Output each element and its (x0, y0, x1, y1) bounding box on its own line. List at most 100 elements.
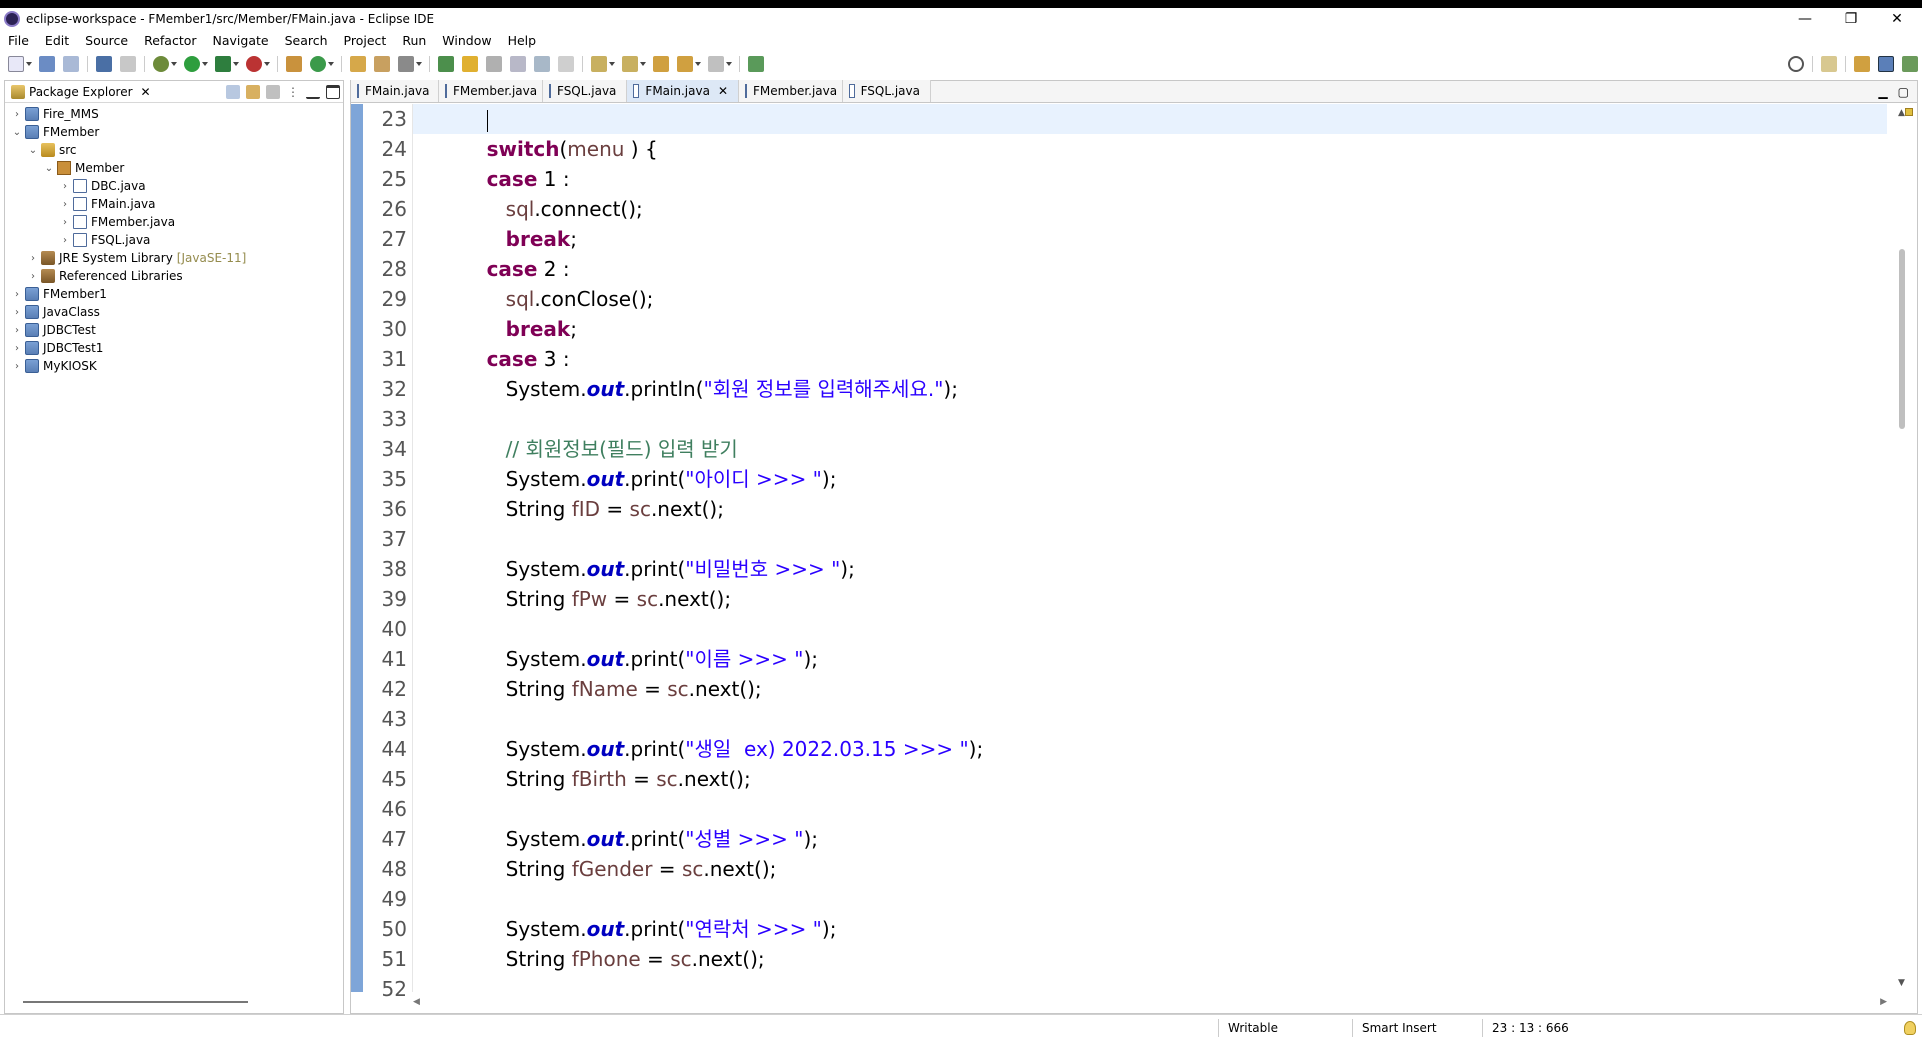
code-line[interactable] (413, 524, 1887, 554)
new-java-class-icon[interactable] (310, 56, 326, 72)
show-whitespace-icon[interactable] (558, 56, 574, 72)
new-file-icon[interactable] (8, 56, 24, 72)
back-icon[interactable] (677, 56, 693, 72)
editor-tab[interactable]: FMain.java ✕ (627, 80, 739, 102)
editor-tab[interactable]: FSQL.java (843, 80, 931, 102)
editor-tab[interactable]: FMember.java (439, 80, 543, 102)
collapse-all-icon[interactable] (226, 84, 240, 99)
toggle-highlight-icon[interactable] (462, 56, 478, 72)
toggle-mark-occurrences-icon[interactable] (438, 56, 454, 72)
tree-item[interactable]: › FMember1 (5, 285, 343, 303)
scroll-right-icon[interactable]: ▶ (1880, 997, 1887, 1007)
menu-file[interactable]: File (0, 33, 37, 48)
save-all-icon[interactable] (63, 56, 79, 72)
collapsed-chevron-icon[interactable]: › (27, 253, 39, 264)
block-selection-icon[interactable] (510, 56, 526, 72)
menu-help[interactable]: Help (500, 33, 545, 48)
package-explorer-tab[interactable]: Package Explorer ✕ (5, 81, 157, 103)
skip-breakpoints-icon[interactable] (120, 56, 136, 72)
code-line[interactable]: break; (413, 314, 1887, 344)
terminal-icon[interactable] (96, 56, 112, 72)
scroll-up-icon[interactable]: ▲ (1898, 108, 1905, 118)
collapsed-chevron-icon[interactable]: › (59, 199, 71, 210)
minimize-view-icon[interactable] (306, 85, 320, 99)
collapsed-chevron-icon[interactable]: › (11, 361, 23, 372)
tree-item[interactable]: ⌄ FMember (5, 123, 343, 141)
expanded-chevron-icon[interactable]: ⌄ (43, 163, 55, 174)
expanded-chevron-icon[interactable]: ⌄ (27, 145, 39, 156)
overview-warning-icon[interactable] (1905, 108, 1913, 116)
code-line[interactable]: String fID = sc.next(); (413, 494, 1887, 524)
code-line[interactable] (413, 614, 1887, 644)
code-line[interactable]: String fPhone = sc.next(); (413, 944, 1887, 974)
code-line[interactable]: System.out.print("성별 >>> "); (413, 824, 1887, 854)
close-icon[interactable]: ✕ (141, 85, 151, 99)
code-line[interactable]: System.out.print("비밀번호 >>> "); (413, 554, 1887, 584)
menu-project[interactable]: Project (336, 33, 395, 48)
code-line[interactable]: System.out.print("아이디 >>> "); (413, 464, 1887, 494)
menu-source[interactable]: Source (77, 33, 136, 48)
code-line[interactable] (413, 104, 1887, 134)
run-icon[interactable] (184, 56, 200, 72)
tree-item[interactable]: › FMember.java (5, 213, 343, 231)
link-with-editor-icon[interactable] (246, 84, 260, 99)
maximize-editor-icon[interactable]: ▢ (1898, 85, 1909, 99)
coverage-icon[interactable] (215, 56, 231, 72)
toggle-breadcrumb-icon[interactable] (486, 56, 502, 72)
save-icon[interactable] (39, 56, 55, 72)
open-type-icon[interactable] (350, 56, 366, 72)
previous-annotation-icon[interactable] (622, 56, 638, 72)
maximize-view-icon[interactable] (326, 84, 340, 99)
tree-item[interactable]: › JRE System Library [JavaSE-11] (5, 249, 343, 267)
tree-item[interactable]: › Referenced Libraries (5, 267, 343, 285)
view-menu-icon[interactable]: ⋮ (286, 84, 300, 99)
code-line[interactable]: case 3 : (413, 344, 1887, 374)
filters-icon[interactable] (266, 84, 280, 99)
debug-perspective-icon[interactable] (1902, 56, 1918, 72)
code-line[interactable]: sql.conClose(); (413, 284, 1887, 314)
code-line[interactable]: String fPw = sc.next(); (413, 584, 1887, 614)
close-button[interactable]: ✕ (1874, 8, 1920, 30)
code-line[interactable]: case 1 : (413, 164, 1887, 194)
external-tools-icon[interactable] (246, 56, 262, 72)
collapsed-chevron-icon[interactable]: › (59, 181, 71, 192)
forward-icon[interactable] (708, 56, 724, 72)
code-line[interactable]: System.out.println("회원 정보를 입력해주세요."); (413, 374, 1887, 404)
code-line[interactable]: System.out.print("연락처 >>> "); (413, 914, 1887, 944)
minimize-button[interactable]: — (1782, 8, 1828, 30)
tree-item[interactable]: › MyKIOSK (5, 357, 343, 375)
restore-button[interactable]: ❐ (1828, 8, 1874, 30)
java-perspective-icon[interactable] (1878, 56, 1894, 72)
editor-tab[interactable]: FMember.java (739, 80, 843, 102)
code-line[interactable] (413, 404, 1887, 434)
code-line[interactable]: String fBirth = sc.next(); (413, 764, 1887, 794)
collapsed-chevron-icon[interactable]: › (59, 217, 71, 228)
lightbulb-icon[interactable] (1904, 1021, 1916, 1035)
menu-navigate[interactable]: Navigate (205, 33, 277, 48)
code-line[interactable]: switch(menu ) { (413, 134, 1887, 164)
tree-item[interactable]: › JavaClass (5, 303, 343, 321)
collapsed-chevron-icon[interactable]: › (11, 307, 23, 318)
insert-mode-status[interactable]: Smart Insert (1362, 1021, 1437, 1035)
tree-item[interactable]: ⌄ src (5, 141, 343, 159)
menu-run[interactable]: Run (394, 33, 434, 48)
new-java-package-icon[interactable] (286, 56, 302, 72)
minimize-editor-icon[interactable]: ▁ (1878, 85, 1887, 99)
code-line[interactable]: System.out.print("생일 ex) 2022.03.15 >>> … (413, 734, 1887, 764)
tree-item[interactable]: › Fire_MMS (5, 105, 343, 123)
editor-tab[interactable]: FMain.java (351, 80, 439, 102)
code-line[interactable] (413, 704, 1887, 734)
tree-item[interactable]: › JDBCTest (5, 321, 343, 339)
editor-tab[interactable]: FSQL.java (543, 80, 627, 102)
tree-item[interactable]: › FSQL.java (5, 231, 343, 249)
close-tab-icon[interactable]: ✕ (718, 84, 728, 98)
vertical-scrollbar[interactable]: ▲ ▼ (1889, 104, 1917, 992)
collapsed-chevron-icon[interactable]: › (11, 109, 23, 120)
code-line[interactable] (413, 884, 1887, 914)
search-tool-icon[interactable] (398, 56, 414, 72)
code-line[interactable]: // 회원정보(필드) 입력 받기 (413, 434, 1887, 464)
tree-item[interactable]: › JDBCTest1 (5, 339, 343, 357)
tree-item[interactable]: ⌄ Member (5, 159, 343, 177)
scroll-left-icon[interactable]: ◀ (413, 997, 420, 1007)
menu-window[interactable]: Window (434, 33, 499, 48)
